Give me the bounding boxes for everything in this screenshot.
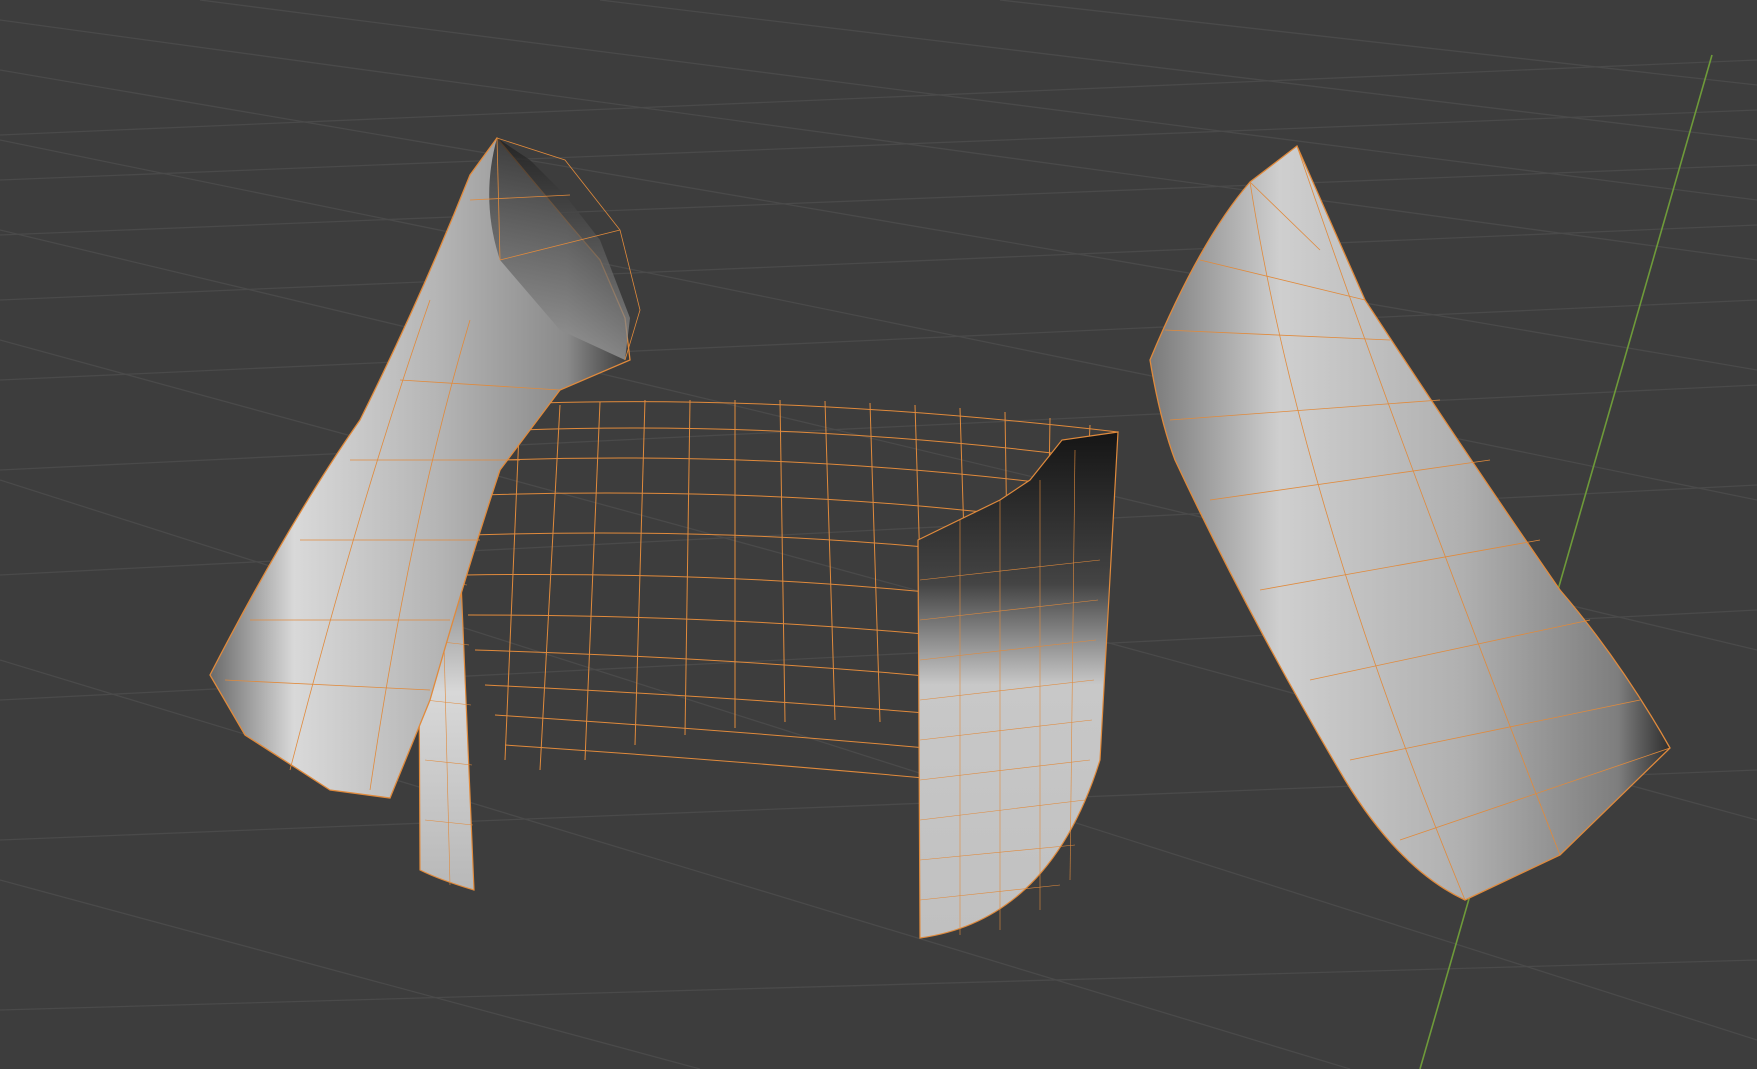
left-cylinder-mesh[interactable] [209, 136, 641, 799]
right-cylinder-mesh[interactable] [1149, 144, 1671, 901]
viewport-canvas[interactable] [0, 0, 1757, 1069]
3d-viewport[interactable] [0, 0, 1757, 1069]
right-wall-panel[interactable] [917, 431, 1119, 939]
